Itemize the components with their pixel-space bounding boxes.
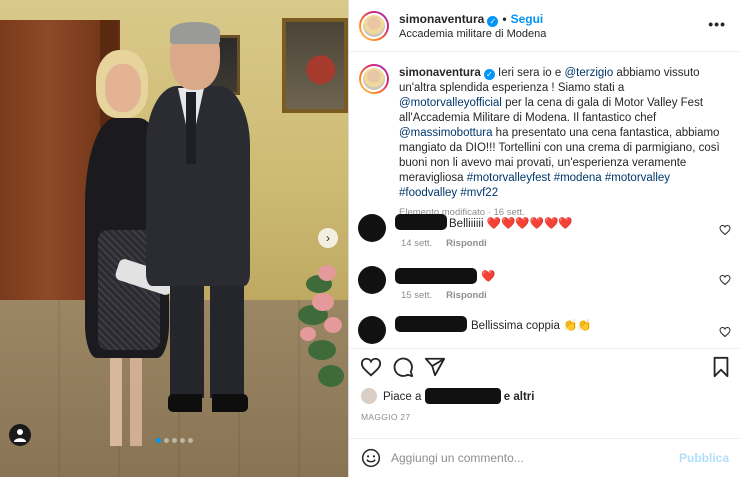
comment-time: 14 sett. (401, 238, 433, 249)
bookmark-icon[interactable] (710, 356, 732, 378)
avatar[interactable] (358, 316, 386, 344)
painting (282, 18, 348, 113)
carousel-dot (188, 438, 193, 443)
comment-meta: 15 sett. Rispondi (401, 290, 487, 301)
post-photo[interactable]: › (0, 0, 348, 477)
caption: simonaventura ✓ Ieri sera io e @terzigio … (349, 52, 740, 218)
comment-icon[interactable] (392, 356, 414, 378)
like-comment-icon[interactable] (719, 326, 731, 338)
comment-text: Belliiiiii ❤️❤️❤️❤️❤️❤️ (449, 218, 573, 230)
caption-text: simonaventura ✓ Ieri sera io e @terzigio … (399, 67, 720, 199)
hashtag-link[interactable]: #modena (554, 172, 602, 184)
avatar[interactable] (358, 214, 386, 242)
verified-badge-icon: ✓ (483, 69, 495, 80)
post-header: simonaventura ✓ • Segui Accademia militare … (349, 0, 740, 52)
comment: Bellissima coppia 👏👏 (349, 312, 740, 348)
post-date: MAGGIO 27 (361, 412, 411, 422)
hashtag-link[interactable]: #motorvalley (605, 172, 670, 184)
follow-button[interactable]: Segui (511, 12, 544, 26)
avatar (361, 388, 377, 404)
comment-meta: 14 sett. Rispondi (401, 238, 487, 249)
carousel-dot (156, 438, 161, 443)
mention-link[interactable]: @motorvalleyofficial (399, 97, 502, 109)
flower-plant (298, 255, 348, 445)
avatar[interactable] (359, 11, 389, 41)
separator: • (502, 12, 507, 26)
carousel-dot (180, 438, 185, 443)
location[interactable]: Accademia militare di Modena (399, 28, 546, 40)
carousel-dot (164, 438, 169, 443)
carousel-dots (156, 438, 193, 443)
hashtag-link[interactable]: #motorvalleyfest (467, 172, 551, 184)
add-comment-bar: Pubblica (349, 438, 740, 477)
likes-summary[interactable]: Piace a e altri (361, 388, 534, 406)
chevron-right-icon[interactable]: › (318, 228, 338, 248)
like-comment-icon[interactable] (719, 224, 731, 236)
redacted-username (395, 316, 467, 332)
comment-input[interactable] (391, 448, 671, 468)
comment: ❤️ 15 sett. Rispondi (349, 262, 740, 312)
mention-link[interactable]: @terzigio (564, 67, 613, 79)
mention-link[interactable]: @massimobottura (399, 127, 492, 139)
user-tag-icon[interactable] (9, 424, 31, 446)
username[interactable]: simonaventura (399, 12, 484, 26)
redacted-username (424, 388, 501, 404)
heart-icon[interactable] (360, 356, 382, 378)
post-side-panel: simonaventura ✓ • Segui Accademia militare … (348, 0, 740, 477)
avatar[interactable] (358, 266, 386, 294)
caption-username[interactable]: simonaventura (399, 67, 481, 79)
emoji-icon[interactable] (361, 448, 381, 468)
share-icon[interactable] (424, 356, 446, 378)
more-horizontal-icon[interactable]: ••• (708, 16, 726, 32)
reply-button[interactable]: Rispondi (446, 290, 487, 301)
comment: Belliiiiii ❤️❤️❤️❤️❤️❤️ 14 sett. Rispondi (349, 208, 740, 258)
like-comment-icon[interactable] (719, 274, 731, 286)
hashtag-link[interactable]: #foodvalley (399, 187, 457, 199)
man-figure (140, 22, 250, 412)
publish-button[interactable]: Pubblica (679, 451, 729, 465)
comment-time: 15 sett. (401, 290, 433, 301)
comment-text: ❤️ (481, 271, 496, 283)
carousel-dot (172, 438, 177, 443)
redacted-username (395, 268, 477, 284)
post-actions (349, 348, 740, 384)
reply-button[interactable]: Rispondi (446, 238, 487, 249)
hashtag-link[interactable]: #mvf22 (460, 187, 498, 199)
avatar[interactable] (359, 64, 389, 94)
comment-text: Bellissima coppia 👏👏 (471, 320, 592, 332)
redacted-username (395, 214, 447, 230)
verified-badge-icon: ✓ (487, 16, 499, 27)
